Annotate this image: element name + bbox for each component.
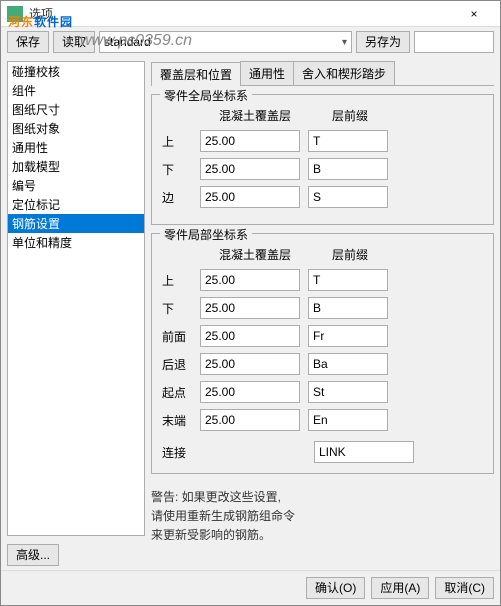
load-button[interactable]: 读取 xyxy=(53,31,95,53)
local-row: 末端 xyxy=(162,409,483,431)
local-prefix-input[interactable] xyxy=(308,297,388,319)
advanced-button[interactable]: 高级... xyxy=(7,544,59,566)
global-prefix-input[interactable] xyxy=(308,130,388,152)
link-label: 连接 xyxy=(162,444,198,461)
local-prefix-input[interactable] xyxy=(308,353,388,375)
tab[interactable]: 通用性 xyxy=(240,61,294,85)
tab[interactable]: 覆盖层和位置 xyxy=(151,62,241,86)
sidebar-item[interactable]: 碰撞校核 xyxy=(8,62,144,81)
local-cover-input[interactable] xyxy=(200,325,300,347)
warning-line: 请使用重新生成钢筋组命令 xyxy=(151,507,494,526)
local-cover-input[interactable] xyxy=(200,269,300,291)
sidebar-item[interactable]: 图纸尺寸 xyxy=(8,100,144,119)
global-prefix-input[interactable] xyxy=(308,186,388,208)
link-input[interactable] xyxy=(314,441,414,463)
local-prefix-input[interactable] xyxy=(308,381,388,403)
local-cover-input[interactable] xyxy=(200,353,300,375)
global-label: 上 xyxy=(162,133,192,150)
global-row: 上 xyxy=(162,130,483,152)
local-prefix-input[interactable] xyxy=(308,269,388,291)
tab-strip: 覆盖层和位置通用性舍入和楔形踏步 xyxy=(151,61,494,86)
sidebar-item[interactable]: 单位和精度 xyxy=(8,233,144,252)
global-groupbox: 零件全局坐标系 混凝土覆盖层 层前缀 上下边 xyxy=(151,94,494,225)
local-label: 上 xyxy=(162,272,192,289)
sidebar-item[interactable]: 组件 xyxy=(8,81,144,100)
global-row: 边 xyxy=(162,186,483,208)
close-button[interactable]: × xyxy=(454,3,494,25)
local-row: 前面 xyxy=(162,325,483,347)
global-row: 下 xyxy=(162,158,483,180)
local-label: 后退 xyxy=(162,356,192,373)
warning-line: 警告: 如果更改这些设置, xyxy=(151,488,494,507)
save-button[interactable]: 保存 xyxy=(7,31,49,53)
tab[interactable]: 舍入和楔形踏步 xyxy=(293,61,395,85)
local-cover-input[interactable] xyxy=(200,409,300,431)
local-col-prefix: 层前缀 xyxy=(310,246,390,263)
saveas-input[interactable] xyxy=(414,31,494,53)
local-prefix-input[interactable] xyxy=(308,409,388,431)
global-prefix-input[interactable] xyxy=(308,158,388,180)
global-cover-input[interactable] xyxy=(200,158,300,180)
local-groupbox: 零件局部坐标系 混凝土覆盖层 层前缀 上下前面后退起点末端 连接 xyxy=(151,233,494,474)
global-label: 边 xyxy=(162,189,192,206)
local-label: 起点 xyxy=(162,384,192,401)
sidebar-item[interactable]: 图纸对象 xyxy=(8,119,144,138)
ok-button[interactable]: 确认(O) xyxy=(306,577,365,599)
local-row: 起点 xyxy=(162,381,483,403)
chevron-down-icon: ▾ xyxy=(342,37,347,48)
saveas-button[interactable]: 另存为 xyxy=(356,31,410,53)
global-cover-input[interactable] xyxy=(200,186,300,208)
local-row: 上 xyxy=(162,269,483,291)
warning-line: 来更新受影响的钢筋。 xyxy=(151,526,494,540)
preset-value: standard xyxy=(104,35,151,49)
preset-combo[interactable]: standard ▾ xyxy=(99,31,352,53)
category-list[interactable]: 碰撞校核组件图纸尺寸图纸对象通用性加载模型编号定位标记钢筋设置单位和精度 xyxy=(7,61,145,536)
global-legend: 零件全局坐标系 xyxy=(160,87,252,104)
local-label: 前面 xyxy=(162,328,192,345)
sidebar-item[interactable]: 通用性 xyxy=(8,138,144,157)
global-label: 下 xyxy=(162,161,192,178)
sidebar-item[interactable]: 定位标记 xyxy=(8,195,144,214)
global-col-cover: 混凝土覆盖层 xyxy=(200,107,310,124)
local-cover-input[interactable] xyxy=(200,297,300,319)
local-label: 下 xyxy=(162,300,192,317)
local-legend: 零件局部坐标系 xyxy=(160,226,252,243)
app-icon xyxy=(7,6,23,22)
global-col-prefix: 层前缀 xyxy=(310,107,390,124)
window-title: 选项 xyxy=(29,5,454,22)
warning-text: 警告: 如果更改这些设置, 请使用重新生成钢筋组命令 来更新受影响的钢筋。 xyxy=(151,488,494,540)
local-cover-input[interactable] xyxy=(200,381,300,403)
local-row: 下 xyxy=(162,297,483,319)
local-label: 末端 xyxy=(162,412,192,429)
local-prefix-input[interactable] xyxy=(308,325,388,347)
local-col-cover: 混凝土覆盖层 xyxy=(200,246,310,263)
sidebar-item[interactable]: 加载模型 xyxy=(8,157,144,176)
apply-button[interactable]: 应用(A) xyxy=(371,577,429,599)
sidebar-item[interactable]: 编号 xyxy=(8,176,144,195)
global-cover-input[interactable] xyxy=(200,130,300,152)
cancel-button[interactable]: 取消(C) xyxy=(435,577,494,599)
local-row: 后退 xyxy=(162,353,483,375)
sidebar-item[interactable]: 钢筋设置 xyxy=(8,214,144,233)
